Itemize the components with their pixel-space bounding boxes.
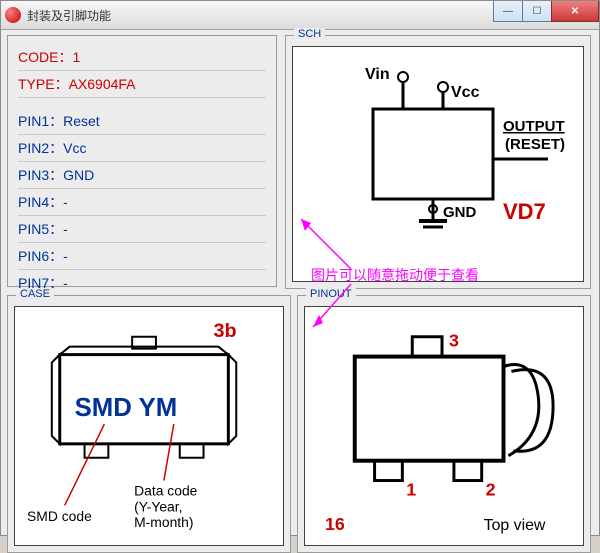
pinout-p1: 1	[406, 479, 416, 499]
pinout-p3: 3	[449, 331, 459, 351]
pin7-line: PIN7：-	[18, 270, 266, 297]
sch-reset-label: (RESET)	[505, 136, 565, 153]
case-title: CASE	[16, 288, 54, 300]
app-window: 封装及引脚功能 — ☐ ✕ CODE：1 TYPE：AX6904FA PIN1：…	[0, 0, 600, 536]
app-icon	[5, 7, 21, 23]
case-data-label2: (Y-Year,	[134, 498, 182, 514]
pin6-line: PIN6：-	[18, 243, 266, 270]
titlebar[interactable]: 封装及引脚功能 — ☐ ✕	[1, 1, 599, 30]
case-data-label3: M-month)	[134, 514, 193, 530]
sch-part-label: VD7	[503, 199, 546, 224]
hint-arrow-down-icon	[301, 279, 361, 339]
maximize-button[interactable]: ☐	[522, 1, 552, 22]
window-controls: — ☐ ✕	[494, 1, 599, 21]
pinout-p2: 2	[486, 479, 496, 499]
info-panel: CODE：1 TYPE：AX6904FA PIN1：Reset PIN2：Vcc…	[7, 35, 277, 287]
type-line: TYPE：AX6904FA	[18, 71, 266, 98]
sch-gnd-label: GND	[443, 204, 477, 221]
case-text: SMD YM	[75, 394, 178, 422]
pinout-image[interactable]: 3 1 2 16 Top view	[304, 306, 584, 546]
pinout-view: Top view	[484, 517, 546, 534]
client-area: CODE：1 TYPE：AX6904FA PIN1：Reset PIN2：Vcc…	[1, 29, 599, 535]
window-title: 封装及引脚功能	[27, 7, 111, 24]
minimize-button[interactable]: —	[493, 1, 523, 22]
pinout-id: 16	[325, 514, 345, 534]
code-line: CODE：1	[18, 44, 266, 71]
drag-hint: 图片可以随意拖动便于查看	[311, 265, 479, 285]
pin2-line: PIN2：Vcc	[18, 135, 266, 162]
sch-output-label: OUTPUT	[503, 118, 565, 135]
case-data-label1: Data code	[134, 482, 198, 498]
case-mark: 3b	[213, 320, 236, 342]
sch-vcc-label: Vcc	[451, 84, 480, 101]
pin5-line: PIN5：-	[18, 216, 266, 243]
case-image[interactable]: 3b SMD YM SMD code Data code (Y-Year, M-…	[14, 306, 284, 546]
case-smd-label: SMD code	[27, 508, 92, 524]
pin4-line: PIN4：-	[18, 189, 266, 216]
sch-title: SCH	[294, 28, 325, 40]
case-group: CASE 3b SMD YM SMD code Data code (	[7, 295, 291, 553]
sch-vin-label: Vin	[365, 66, 390, 83]
close-button[interactable]: ✕	[551, 1, 599, 22]
pin1-line: PIN1：Reset	[18, 108, 266, 135]
pin3-line: PIN3：GND	[18, 162, 266, 189]
